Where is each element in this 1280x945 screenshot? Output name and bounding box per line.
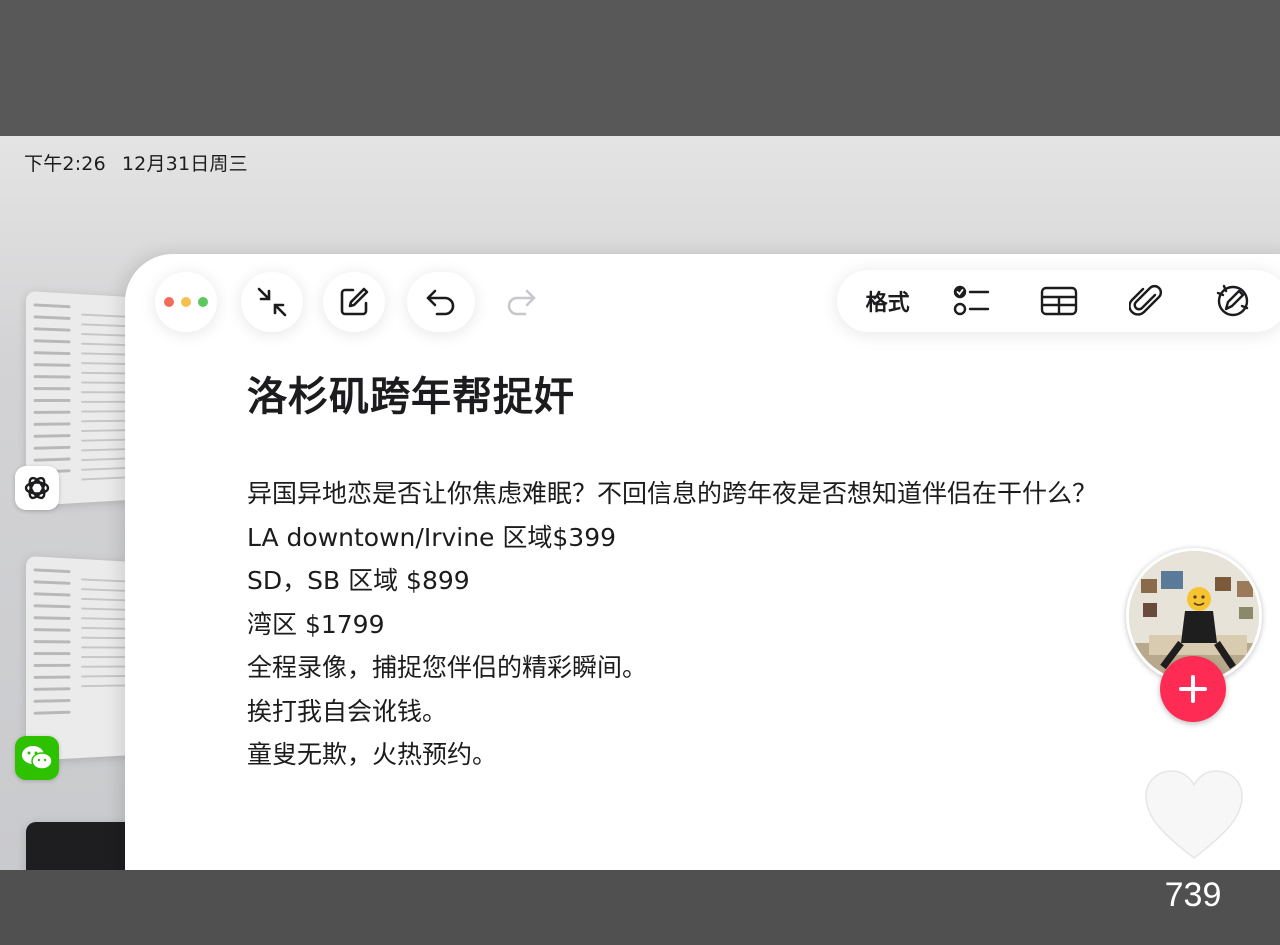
close-dot-icon[interactable] (164, 297, 174, 307)
note-line: LA downtown/Irvine 区域$399 (247, 522, 617, 552)
undo-icon (426, 289, 455, 316)
paperclip-icon (1129, 285, 1163, 316)
chatgpt-icon[interactable] (15, 466, 59, 510)
collapse-icon (257, 287, 287, 317)
notes-window: 格式 洛杉矶跨年帮捉奸 异国异地恋是否让你焦虑难眠？不回信息的跨年夜是否想知道伴… (125, 254, 1280, 870)
heart-icon (1145, 770, 1243, 859)
note-line: 异国异地恋是否让你焦虑难眠？不回信息的跨年夜是否想知道伴侣在干什么？ (247, 479, 1098, 508)
undo-button[interactable] (407, 272, 475, 332)
bottom-letterbox (0, 870, 1280, 945)
window-controls[interactable] (155, 272, 217, 332)
checklist-icon (953, 285, 989, 316)
status-bar: 下午2:26 12月31日周三 (24, 149, 248, 176)
note-line: 全程录像，捕捉您伴侣的精彩瞬间。 (247, 653, 648, 682)
note-body[interactable]: 异国异地恋是否让你焦虑难眠？不回信息的跨年夜是否想知道伴侣在干什么？ LA do… (247, 472, 1257, 777)
compose-button[interactable] (323, 272, 385, 332)
follow-button[interactable] (1160, 656, 1226, 722)
status-time: 下午2:26 (24, 153, 106, 175)
note-line: 湾区 $1799 (247, 609, 385, 639)
plus-icon (1179, 675, 1207, 703)
format-toolbar: 格式 (837, 270, 1280, 332)
note-line: SD，SB 区域 $899 (247, 566, 470, 595)
redo-icon (507, 289, 536, 316)
table-button[interactable] (1034, 276, 1084, 326)
attachment-button[interactable] (1121, 276, 1171, 326)
checklist-button[interactable] (947, 276, 997, 326)
minimize-dot-icon[interactable] (181, 297, 191, 307)
collapse-button[interactable] (241, 272, 303, 332)
wechat-icon[interactable] (15, 736, 59, 780)
note-line: 挨打我自会讹钱。 (247, 696, 448, 726)
table-icon (1040, 286, 1078, 316)
compose-icon (340, 287, 369, 316)
like-button[interactable] (1140, 766, 1248, 866)
status-date: 12月31日周三 (121, 153, 248, 175)
note-title[interactable]: 洛杉矶跨年帮捉奸 (247, 364, 575, 422)
like-count: 739 (1164, 876, 1222, 914)
ipad-screen: 下午2:26 12月31日周三 格式 洛杉矶跨年帮捉奸 异国异地恋是否让你焦虑难… (0, 136, 1280, 870)
format-button[interactable]: 格式 (866, 285, 910, 317)
top-letterbox (0, 0, 1280, 136)
background-window-wechat[interactable] (26, 556, 134, 761)
redo-button[interactable] (487, 272, 555, 332)
markup-button[interactable] (1208, 276, 1258, 326)
pen-tip-icon (1217, 284, 1249, 317)
maximize-dot-icon[interactable] (198, 297, 208, 307)
note-line: 童叟无欺，火热预约。 (247, 740, 498, 769)
